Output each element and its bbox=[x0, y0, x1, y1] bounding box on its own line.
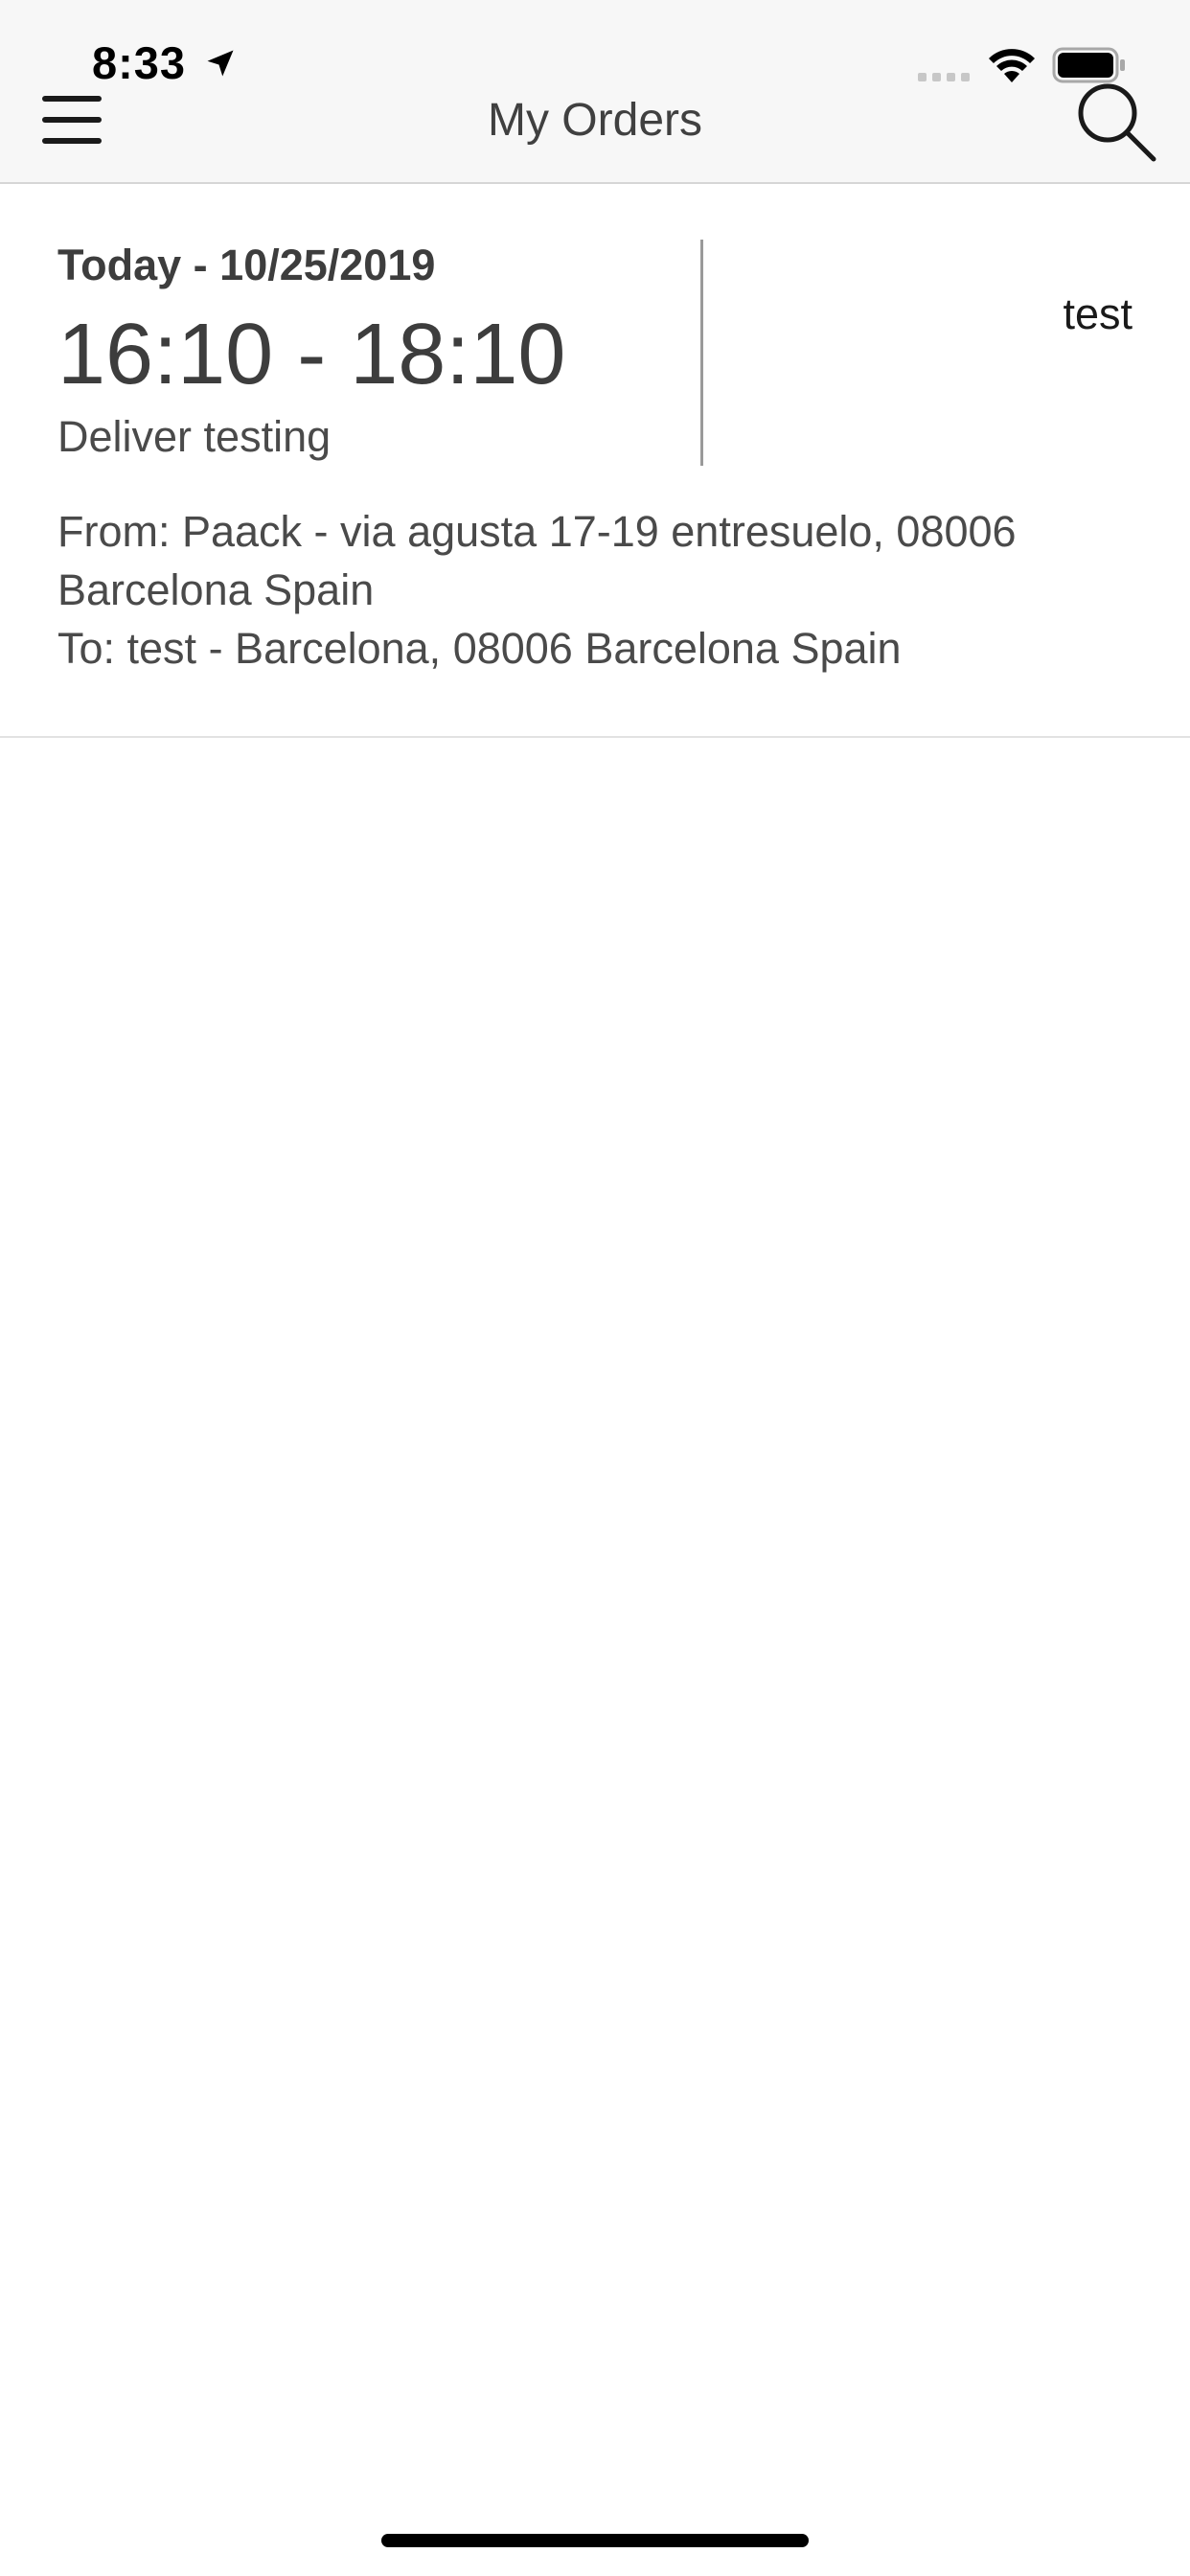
from-address: From: Paack - via agusta 17-19 entresuel… bbox=[57, 507, 1017, 614]
cellular-signal-icon bbox=[918, 73, 970, 81]
location-arrow-icon bbox=[207, 50, 234, 77]
to-address: To: test - Barcelona, 08006 Barcelona Sp… bbox=[57, 624, 902, 673]
order-date: Today - 10/25/2019 bbox=[57, 241, 436, 289]
order-description: Deliver testing bbox=[57, 412, 332, 461]
navigation-header: 8:33 My Orders bbox=[0, 0, 1190, 184]
status-time: 8:33 bbox=[92, 37, 187, 88]
address-block: From: Paack - via agusta 17-19 entresuel… bbox=[57, 502, 1140, 678]
wifi-icon bbox=[989, 49, 1035, 82]
search-icon[interactable] bbox=[1075, 80, 1157, 163]
home-indicator bbox=[381, 2534, 809, 2547]
vertical-divider bbox=[700, 240, 703, 466]
battery-icon bbox=[1052, 47, 1125, 83]
page-title: My Orders bbox=[487, 95, 702, 146]
order-list-item[interactable]: Today - 10/25/2019 16:10 - 18:10 Deliver… bbox=[0, 186, 1190, 738]
customer-name: test bbox=[1063, 289, 1133, 338]
order-time-window: 16:10 - 18:10 bbox=[57, 307, 566, 402]
